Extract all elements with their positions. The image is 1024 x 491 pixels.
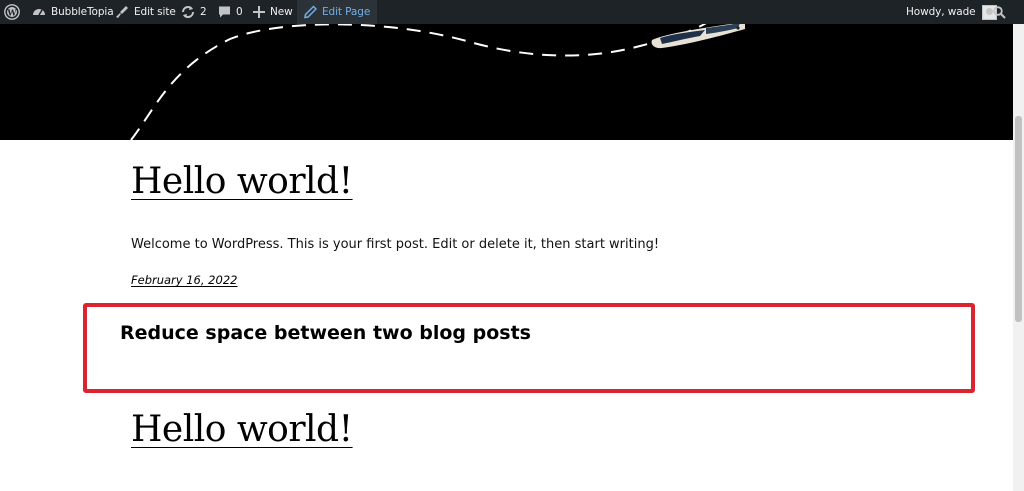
svg-text:W: W	[7, 7, 18, 17]
scrollbar-thumb[interactable]	[1015, 116, 1022, 322]
comments-count: 0	[236, 6, 243, 18]
dashboard-icon	[33, 9, 45, 16]
site-name: BubbleTopia	[51, 6, 114, 18]
comments-menu[interactable]: 0	[218, 0, 243, 24]
new-content-menu[interactable]: New	[253, 0, 293, 24]
dashed-flight-path	[130, 24, 707, 140]
wordpress-logo-icon: W	[4, 4, 20, 20]
hero-image	[0, 24, 1013, 140]
paintbrush-icon	[116, 6, 128, 18]
search-icon	[993, 5, 1006, 19]
edit-site-menu[interactable]: Edit site	[115, 0, 176, 24]
edit-site-label: Edit site	[134, 6, 176, 18]
updates-count: 2	[200, 6, 207, 18]
site-name-menu[interactable]: BubbleTopia	[32, 0, 114, 24]
hero-illustration	[130, 24, 745, 140]
wordpress-menu[interactable]: W	[4, 0, 20, 24]
bird-illustration	[651, 24, 745, 49]
comment-bubble-icon	[219, 6, 230, 18]
my-account-menu[interactable]: Howdy, wade	[906, 0, 997, 24]
greeting: Howdy, wade	[906, 6, 976, 18]
edit-page-label: Edit Page	[322, 6, 371, 18]
admin-bar: W BubbleTopia Edit site 2 0 New Edit Pag…	[0, 0, 1024, 24]
updates-icon	[182, 6, 194, 18]
annotation-box: Reduce space between two blog posts	[83, 303, 975, 393]
post-title-link[interactable]: Hello world!	[131, 412, 353, 448]
post-title-link[interactable]: Hello world!	[131, 164, 353, 200]
plus-icon	[253, 6, 265, 18]
annotation-text: Reduce space between two blog posts	[120, 322, 531, 344]
post-date-link[interactable]: February 16, 2022	[131, 273, 237, 287]
edit-page-menu[interactable]: Edit Page	[297, 0, 378, 24]
pencil-icon	[304, 5, 317, 19]
post-excerpt: Welcome to WordPress. This is your first…	[131, 237, 660, 252]
new-label: New	[270, 6, 293, 18]
search-menu[interactable]	[993, 0, 1006, 24]
updates-menu[interactable]: 2	[181, 0, 207, 24]
